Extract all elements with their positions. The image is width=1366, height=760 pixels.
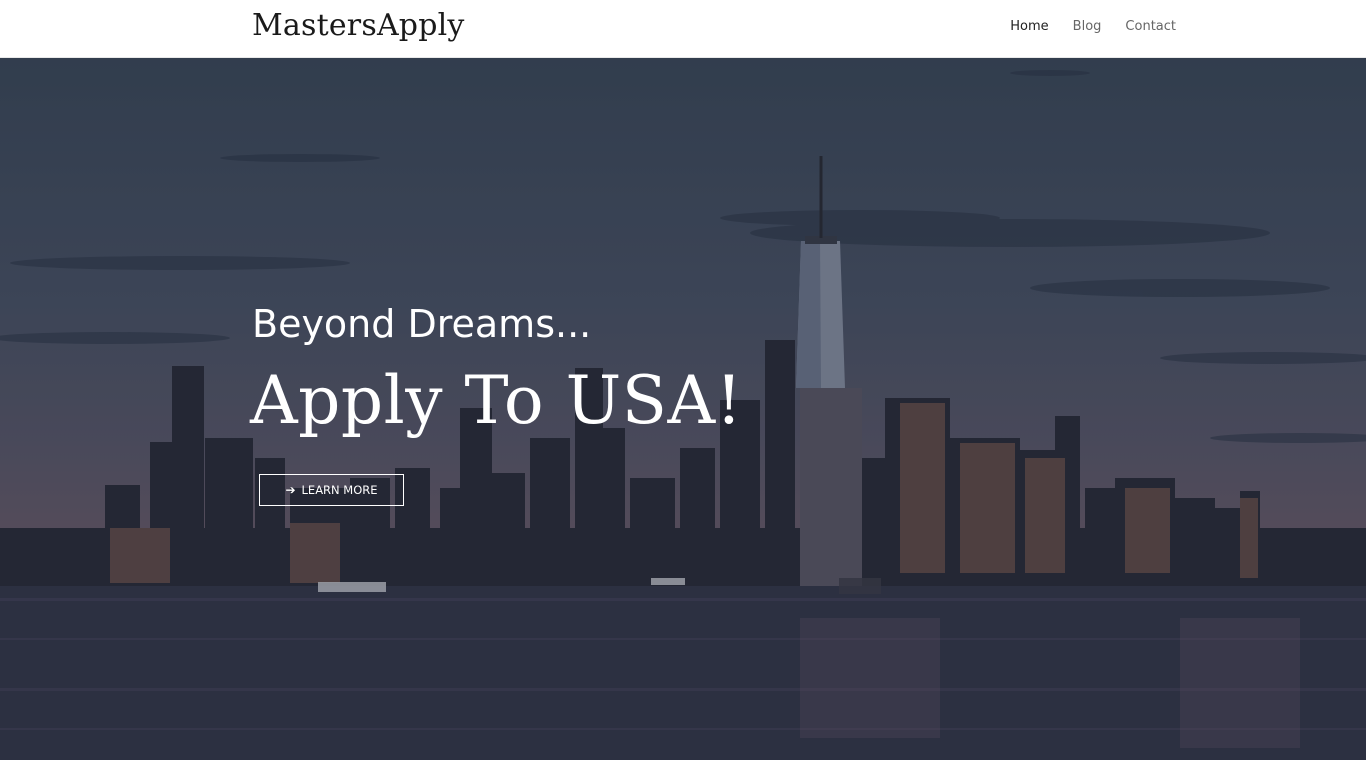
learn-more-label: LEARN MORE — [301, 483, 378, 497]
hero-tagline: Beyond Dreams... — [252, 302, 592, 346]
site-header: MastersApply Home Blog Contact — [0, 0, 1366, 58]
hero-section: Beyond Dreams... Apply To USA! ➔ LEARN M… — [0, 58, 1366, 760]
brand-logo[interactable]: MastersApply — [252, 8, 465, 43]
hero-headline: Apply To USA! — [250, 362, 743, 439]
nav-contact[interactable]: Contact — [1125, 19, 1176, 34]
main-nav: Home Blog Contact — [1010, 19, 1176, 34]
nav-home[interactable]: Home — [1010, 19, 1048, 34]
arrow-right-icon: ➔ — [285, 483, 296, 497]
nav-blog[interactable]: Blog — [1073, 19, 1102, 34]
learn-more-button[interactable]: ➔ LEARN MORE — [259, 474, 404, 506]
